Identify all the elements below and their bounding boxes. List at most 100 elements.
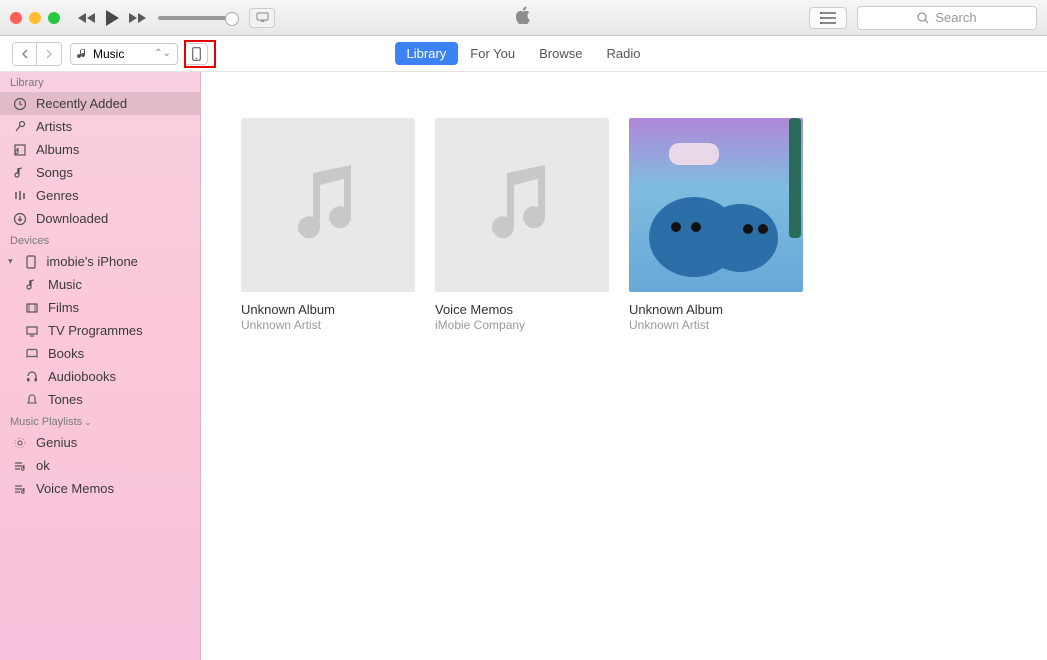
maximize-window-button[interactable] xyxy=(48,12,60,24)
list-view-button[interactable] xyxy=(809,7,847,29)
album-item[interactable]: Voice Memos iMobie Company xyxy=(435,118,609,332)
tab-label: For You xyxy=(470,46,515,61)
previous-track-button[interactable] xyxy=(78,12,96,24)
album-title: Unknown Album xyxy=(241,302,415,317)
main-tabs: Library For You Browse Radio xyxy=(395,42,653,65)
genres-icon xyxy=(12,189,28,203)
media-type-label: Music xyxy=(93,47,124,61)
search-placeholder: Search xyxy=(935,10,976,25)
sidebar-item-device-tones[interactable]: Tones xyxy=(0,388,200,411)
sidebar-item-label: TV Programmes xyxy=(48,323,143,338)
toolbar: Music ⌃⌄ Library For You Browse Radio xyxy=(0,36,1047,72)
bell-icon xyxy=(24,393,40,407)
minimize-window-button[interactable] xyxy=(29,12,41,24)
apple-logo-icon xyxy=(516,6,532,29)
tab-library[interactable]: Library xyxy=(395,42,459,65)
playback-controls xyxy=(78,8,275,28)
tab-label: Library xyxy=(407,46,447,61)
tab-browse[interactable]: Browse xyxy=(527,42,594,65)
sidebar-item-artists[interactable]: Artists xyxy=(0,115,200,138)
tab-label: Browse xyxy=(539,46,582,61)
sidebar-item-playlist-ok[interactable]: ok xyxy=(0,454,200,477)
album-item[interactable]: Unknown Album Unknown Artist xyxy=(241,118,415,332)
sidebar-item-device-audiobooks[interactable]: Audiobooks xyxy=(0,365,200,388)
forward-button[interactable] xyxy=(37,43,61,65)
sidebar-item-device-tv[interactable]: TV Programmes xyxy=(0,319,200,342)
sidebar-item-downloaded[interactable]: Downloaded xyxy=(0,207,200,230)
airplay-button[interactable] xyxy=(249,8,275,28)
volume-slider[interactable] xyxy=(158,16,233,20)
nav-buttons xyxy=(12,42,62,66)
music-note-icon xyxy=(487,165,557,245)
search-input[interactable]: Search xyxy=(857,6,1037,30)
album-item[interactable]: Unknown Album Unknown Artist xyxy=(629,118,803,332)
sidebar-item-label: Genius xyxy=(36,435,77,450)
sidebar-item-label: Books xyxy=(48,346,84,361)
sidebar-item-label: Music xyxy=(48,277,82,292)
dropdown-chevron-icon: ⌃⌄ xyxy=(154,48,171,59)
book-icon xyxy=(24,347,40,361)
sidebar: Library Recently Added Artists Albums So… xyxy=(0,72,201,660)
device-button[interactable] xyxy=(184,43,208,65)
download-icon xyxy=(12,212,28,226)
back-button[interactable] xyxy=(13,43,37,65)
album-artist: Unknown Artist xyxy=(241,318,415,332)
sidebar-item-label: ok xyxy=(36,458,50,473)
titlebar: Search xyxy=(0,0,1047,36)
genius-icon xyxy=(12,436,28,450)
album-title: Unknown Album xyxy=(629,302,803,317)
album-icon xyxy=(12,143,28,157)
sidebar-item-label: imobie's iPhone xyxy=(47,254,138,269)
playlist-icon xyxy=(12,482,28,496)
album-grid: Unknown Album Unknown Artist Voice Memos… xyxy=(201,72,1047,660)
sidebar-item-label: Voice Memos xyxy=(36,481,114,496)
tab-label: Radio xyxy=(606,46,640,61)
album-art-placeholder xyxy=(435,118,609,292)
album-artist: Unknown Artist xyxy=(629,318,803,332)
search-icon xyxy=(917,12,929,24)
note-icon xyxy=(12,166,28,180)
sidebar-item-label: Audiobooks xyxy=(48,369,116,384)
playlist-icon xyxy=(12,459,28,473)
mic-icon xyxy=(12,120,28,134)
sidebar-item-label: Recently Added xyxy=(36,96,127,111)
note-icon xyxy=(24,278,40,292)
album-art-placeholder xyxy=(241,118,415,292)
close-window-button[interactable] xyxy=(10,12,22,24)
sidebar-item-label: Tones xyxy=(48,392,83,407)
sidebar-item-genius[interactable]: Genius xyxy=(0,431,200,454)
sidebar-item-playlist-voice-memos[interactable]: Voice Memos xyxy=(0,477,200,500)
media-type-selector[interactable]: Music ⌃⌄ xyxy=(70,43,178,65)
tab-for-you[interactable]: For You xyxy=(458,42,527,65)
section-title-library: Library xyxy=(0,72,200,92)
section-title-playlists[interactable]: Music Playlists⌄ xyxy=(0,411,200,431)
music-note-icon xyxy=(293,165,363,245)
clock-add-icon xyxy=(12,97,28,111)
sidebar-device-iphone[interactable]: imobie's iPhone xyxy=(0,250,200,273)
sidebar-item-label: Genres xyxy=(36,188,79,203)
audiobook-icon xyxy=(24,370,40,384)
sidebar-item-label: Films xyxy=(48,300,79,315)
phone-icon xyxy=(192,47,201,61)
album-art-image xyxy=(629,118,803,292)
album-artist: iMobie Company xyxy=(435,318,609,332)
next-track-button[interactable] xyxy=(128,12,146,24)
sidebar-item-label: Songs xyxy=(36,165,73,180)
sidebar-item-genres[interactable]: Genres xyxy=(0,184,200,207)
sidebar-item-albums[interactable]: Albums xyxy=(0,138,200,161)
album-title: Voice Memos xyxy=(435,302,609,317)
phone-icon xyxy=(23,255,39,269)
tv-icon xyxy=(24,324,40,338)
tab-radio[interactable]: Radio xyxy=(594,42,652,65)
sidebar-item-device-music[interactable]: Music xyxy=(0,273,200,296)
sidebar-item-device-books[interactable]: Books xyxy=(0,342,200,365)
sidebar-item-songs[interactable]: Songs xyxy=(0,161,200,184)
sidebar-item-device-films[interactable]: Films xyxy=(0,296,200,319)
sidebar-item-label: Downloaded xyxy=(36,211,108,226)
film-icon xyxy=(24,301,40,315)
play-button[interactable] xyxy=(104,9,120,27)
window-traffic-lights xyxy=(10,12,60,24)
chevron-down-icon: ⌄ xyxy=(84,417,92,427)
section-title-devices: Devices xyxy=(0,230,200,250)
sidebar-item-recently-added[interactable]: Recently Added xyxy=(0,92,200,115)
